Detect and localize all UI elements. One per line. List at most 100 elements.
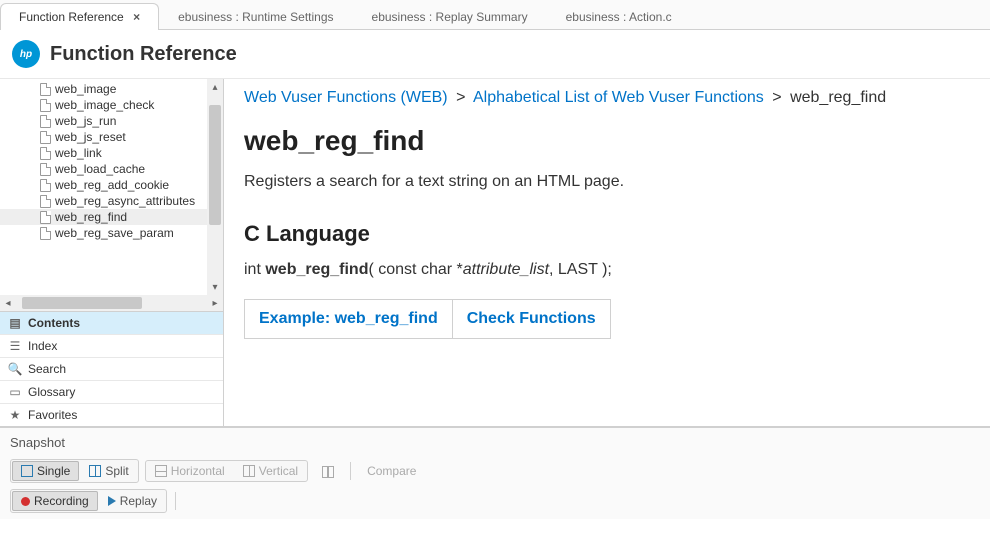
nav-glossary[interactable]: ▭ Glossary — [0, 381, 223, 404]
split-icon — [89, 465, 101, 477]
nav-favorites[interactable]: ★ Favorites — [0, 404, 223, 426]
tab-label: ebusiness : Replay Summary — [372, 10, 528, 24]
book-icon: ▤ — [8, 316, 22, 330]
tree-item[interactable]: web_js_reset — [0, 129, 207, 145]
page-header: hp Function Reference — [0, 30, 990, 79]
tab-label: ebusiness : Action.c — [566, 10, 672, 24]
crumb-web-vuser[interactable]: Web Vuser Functions (WEB) — [244, 89, 448, 106]
toolbar-separator — [175, 492, 176, 510]
btn-label: Single — [37, 464, 70, 478]
replay-button[interactable]: Replay — [100, 492, 165, 510]
vertical-scrollbar[interactable]: ▴ ▾ — [207, 79, 223, 295]
star-icon: ★ — [8, 408, 22, 422]
horizontal-icon — [155, 465, 167, 477]
tree-item[interactable]: web_reg_save_param — [0, 225, 207, 241]
snapshot-toolbar-2: Recording Replay — [8, 486, 982, 519]
file-icon — [40, 115, 51, 128]
tree-item-label: web_js_reset — [55, 130, 126, 144]
document-tabbar: Function Reference × ebusiness : Runtime… — [0, 0, 990, 30]
toolbar-separator — [350, 462, 351, 480]
nav-search[interactable]: 🔍 Search — [0, 358, 223, 381]
compare-button: Compare — [359, 462, 424, 480]
btn-label: Replay — [120, 494, 157, 508]
tree-wrap: web_image web_image_check web_js_run web… — [0, 79, 223, 295]
nav-contents[interactable]: ▤ Contents — [0, 312, 223, 335]
file-icon — [40, 163, 51, 176]
snapshot-title: Snapshot — [8, 432, 982, 456]
single-icon — [21, 465, 33, 477]
tree-item[interactable]: web_image — [0, 81, 207, 97]
recording-button[interactable]: Recording — [12, 491, 98, 511]
function-description: Registers a search for a text string on … — [244, 173, 970, 191]
chevron-right-icon: > — [772, 89, 781, 106]
tree-item-label: web_load_cache — [55, 162, 145, 176]
related-links: Example: web_reg_find Check Functions — [244, 299, 611, 339]
tab-label: Function Reference — [19, 10, 124, 24]
function-tree[interactable]: web_image web_image_check web_js_run web… — [0, 79, 207, 295]
tree-item[interactable]: web_link — [0, 145, 207, 161]
vertical-icon — [243, 465, 255, 477]
nav-tabs: ▤ Contents ☰ Index 🔍 Search ▭ Glossary ★… — [0, 311, 223, 426]
file-icon — [40, 179, 51, 192]
tab-runtime-settings[interactable]: ebusiness : Runtime Settings — [159, 3, 352, 30]
record-icon — [21, 497, 30, 506]
tree-item[interactable]: web_load_cache — [0, 161, 207, 177]
snapshot-panel: Snapshot Single Split Horizontal Vertica… — [0, 427, 990, 519]
crumb-alpha-list[interactable]: Alphabetical List of Web Vuser Functions — [473, 89, 764, 106]
tab-function-reference[interactable]: Function Reference × — [0, 3, 159, 30]
nav-label: Contents — [28, 316, 80, 330]
play-icon — [108, 496, 116, 506]
tree-item-label: web_js_run — [55, 114, 116, 128]
close-icon[interactable]: × — [133, 10, 140, 24]
btn-label: Vertical — [259, 464, 298, 478]
tree-item[interactable]: web_reg_add_cookie — [0, 177, 207, 193]
btn-label: Recording — [34, 494, 89, 508]
nav-index[interactable]: ☰ Index — [0, 335, 223, 358]
scroll-thumb[interactable] — [209, 105, 221, 225]
view-mode-group: Single Split — [10, 459, 139, 483]
breadcrumb: Web Vuser Functions (WEB) > Alphabetical… — [244, 89, 970, 107]
file-icon — [40, 83, 51, 96]
tree-item-label: web_image_check — [55, 98, 154, 112]
scroll-track[interactable] — [207, 95, 223, 279]
file-icon — [40, 147, 51, 160]
main-area: web_image web_image_check web_js_run web… — [0, 79, 990, 427]
tree-item[interactable]: web_js_run — [0, 113, 207, 129]
scroll-track[interactable] — [16, 297, 207, 309]
sync-icon — [322, 466, 334, 476]
file-icon — [40, 131, 51, 144]
btn-label: Split — [105, 464, 128, 478]
view-single-button[interactable]: Single — [12, 461, 79, 481]
chevron-right-icon: > — [456, 89, 465, 106]
btn-label: Horizontal — [171, 464, 225, 478]
tab-label: ebusiness : Runtime Settings — [178, 10, 333, 24]
scroll-down-arrow-icon[interactable]: ▾ — [207, 279, 223, 295]
file-icon — [40, 211, 51, 224]
crumb-current: web_reg_find — [790, 89, 886, 106]
tree-item-label: web_reg_save_param — [55, 226, 174, 240]
scroll-right-arrow-icon[interactable]: ▸ — [207, 298, 223, 309]
tree-item[interactable]: web_reg_async_attributes — [0, 193, 207, 209]
btn-label: Compare — [367, 464, 416, 478]
glossary-icon: ▭ — [8, 385, 22, 399]
scroll-left-arrow-icon[interactable]: ◂ — [0, 298, 16, 309]
tree-item-label: web_image — [55, 82, 116, 96]
function-title: web_reg_find — [244, 125, 970, 157]
tree-item[interactable]: web_image_check — [0, 97, 207, 113]
tab-action-c[interactable]: ebusiness : Action.c — [547, 3, 691, 30]
nav-label: Glossary — [28, 385, 75, 399]
link-check-functions[interactable]: Check Functions — [452, 300, 610, 338]
page-title: Function Reference — [50, 43, 237, 66]
scroll-up-arrow-icon[interactable]: ▴ — [207, 79, 223, 95]
orientation-group: Horizontal Vertical — [145, 460, 308, 482]
section-heading: C Language — [244, 221, 970, 247]
link-example[interactable]: Example: web_reg_find — [245, 300, 452, 338]
content-pane: Web Vuser Functions (WEB) > Alphabetical… — [224, 79, 990, 426]
tab-replay-summary[interactable]: ebusiness : Replay Summary — [353, 3, 547, 30]
tree-item-selected[interactable]: web_reg_find — [0, 209, 207, 225]
sync-button — [314, 464, 342, 478]
scroll-thumb[interactable] — [22, 297, 142, 309]
horizontal-scrollbar[interactable]: ◂ ▸ — [0, 295, 223, 311]
sidebar: web_image web_image_check web_js_run web… — [0, 79, 224, 426]
view-split-button[interactable]: Split — [81, 462, 136, 480]
